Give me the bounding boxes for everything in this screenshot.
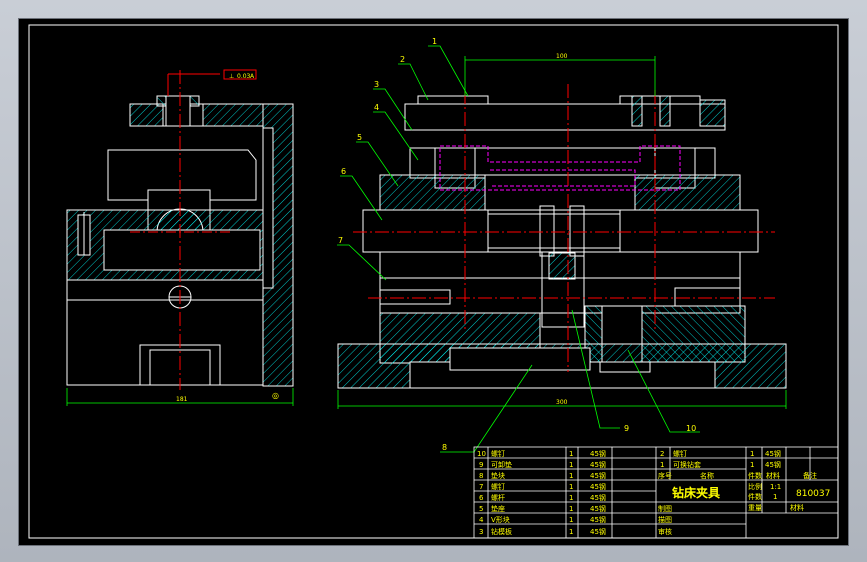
technical-drawing: ⊥ 0.03 A 181 ◎ 100 300 1 2 3 4 5 6 7 8 9… xyxy=(28,24,839,539)
svg-text:1: 1 xyxy=(660,461,664,469)
svg-text:件数: 件数 xyxy=(748,471,762,480)
svg-text:螺钉: 螺钉 xyxy=(491,482,505,491)
svg-text:1: 1 xyxy=(750,461,754,469)
front-view xyxy=(337,95,787,389)
svg-text:1: 1 xyxy=(569,494,573,502)
svg-text:45钢: 45钢 xyxy=(590,460,606,469)
svg-text:可换钻套: 可换钻套 xyxy=(673,460,701,469)
svg-text:螺钉: 螺钉 xyxy=(491,449,505,458)
drawing-number: 810037 xyxy=(796,489,830,499)
svg-text:材料: 材料 xyxy=(790,503,804,512)
svg-text:螺杆: 螺杆 xyxy=(491,493,505,502)
svg-text:100: 100 xyxy=(556,53,568,60)
svg-text:4: 4 xyxy=(374,103,379,112)
svg-text:5: 5 xyxy=(357,133,362,142)
svg-text:⊥: ⊥ xyxy=(229,73,234,80)
svg-text:5: 5 xyxy=(479,505,483,513)
svg-text:序号: 序号 xyxy=(658,471,672,480)
title-block xyxy=(473,446,839,539)
dim-right-width: 300 xyxy=(556,399,568,406)
svg-text:10: 10 xyxy=(477,450,486,458)
svg-text:45钢: 45钢 xyxy=(590,527,606,536)
svg-text:45钢: 45钢 xyxy=(590,471,606,480)
svg-text:1:1: 1:1 xyxy=(770,483,781,491)
svg-text:2: 2 xyxy=(660,450,664,458)
svg-text:1: 1 xyxy=(569,472,573,480)
drawing-title: 钻床夹具 xyxy=(672,485,720,500)
svg-text:45钢: 45钢 xyxy=(590,504,606,513)
svg-text:1: 1 xyxy=(569,483,573,491)
svg-text:垫座: 垫座 xyxy=(491,504,505,513)
dim-left-width: 181 xyxy=(176,396,188,403)
svg-text:比例: 比例 xyxy=(748,482,762,491)
tolerance-frame: ⊥ 0.03 A xyxy=(167,69,257,96)
svg-text:10: 10 xyxy=(686,424,696,433)
svg-text:45钢: 45钢 xyxy=(590,449,606,458)
svg-text:4: 4 xyxy=(479,516,484,524)
svg-text:1: 1 xyxy=(569,528,573,536)
svg-text:螺钉: 螺钉 xyxy=(673,449,687,458)
svg-text:制图: 制图 xyxy=(658,504,672,513)
svg-text:◎: ◎ xyxy=(272,391,279,400)
svg-text:3: 3 xyxy=(479,528,483,536)
svg-text:0.03: 0.03 xyxy=(237,73,251,80)
svg-text:1: 1 xyxy=(773,493,777,501)
svg-text:重量: 重量 xyxy=(748,504,762,512)
leader-lines xyxy=(337,45,700,453)
svg-text:45钢: 45钢 xyxy=(590,515,606,524)
bom-left: 10 螺钉 1 45钢 9 可卸垫 1 45钢 8 垫块 1 45钢 7 螺钉 … xyxy=(477,449,606,536)
svg-text:可卸垫: 可卸垫 xyxy=(491,460,512,469)
svg-text:钻模板: 钻模板 xyxy=(491,527,512,536)
svg-text:6: 6 xyxy=(479,494,484,502)
svg-text:1: 1 xyxy=(569,450,573,458)
svg-text:1: 1 xyxy=(432,37,437,46)
svg-text:45钢: 45钢 xyxy=(590,493,606,502)
svg-text:2: 2 xyxy=(400,55,405,64)
svg-text:1: 1 xyxy=(569,516,573,524)
svg-text:6: 6 xyxy=(341,167,346,176)
svg-text:8: 8 xyxy=(479,472,483,480)
svg-text:1: 1 xyxy=(569,461,573,469)
bom-right: 2 螺钉 1 45钢 1 可换钻套 1 45钢 序号 名称 件数 材料 备注 xyxy=(658,449,817,480)
svg-text:9: 9 xyxy=(479,461,483,469)
svg-text:V形块: V形块 xyxy=(491,515,510,524)
svg-text:1: 1 xyxy=(569,505,573,513)
svg-text:名称: 名称 xyxy=(700,471,714,480)
svg-text:1: 1 xyxy=(750,450,754,458)
svg-text:描图: 描图 xyxy=(658,515,672,524)
dim-top-span xyxy=(464,56,656,96)
svg-text:8: 8 xyxy=(442,443,447,452)
svg-text:审核: 审核 xyxy=(658,527,672,536)
svg-text:45钢: 45钢 xyxy=(590,482,606,491)
svg-text:件数: 件数 xyxy=(748,492,762,501)
svg-text:3: 3 xyxy=(374,80,379,89)
svg-text:材料: 材料 xyxy=(766,471,780,480)
svg-text:备注: 备注 xyxy=(803,471,817,480)
svg-text:9: 9 xyxy=(624,424,629,433)
svg-text:7: 7 xyxy=(338,236,343,245)
svg-text:垫块: 垫块 xyxy=(491,471,505,480)
svg-text:7: 7 xyxy=(479,483,483,491)
svg-text:45钢: 45钢 xyxy=(765,460,781,469)
svg-text:45钢: 45钢 xyxy=(765,449,781,458)
